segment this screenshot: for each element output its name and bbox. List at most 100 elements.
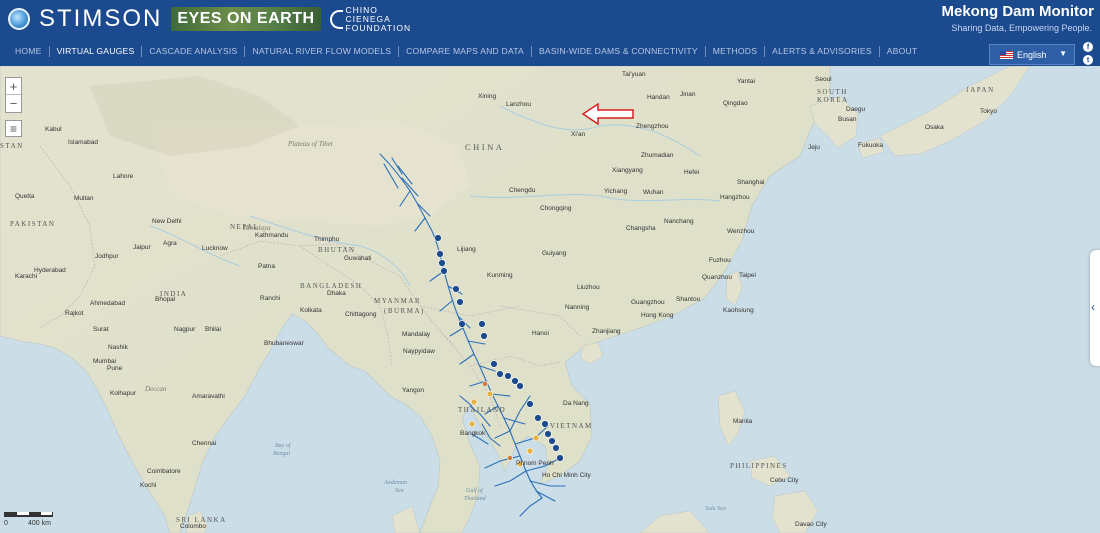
map-label-kolhapur: Kolhapur — [110, 390, 137, 397]
map-label-xining: Xining — [478, 93, 497, 100]
scale-end-label: 400 km — [28, 520, 51, 527]
stimson-logo-text: STIMSON — [39, 5, 163, 32]
map-label-lucknow: Lucknow — [202, 245, 228, 252]
map-label-japan: JAPAN — [966, 86, 995, 94]
map-label-yichang: Yichang — [604, 188, 628, 195]
map-label-deccan: Deccan — [145, 385, 167, 393]
map-label-guangzhou: Guangzhou — [631, 299, 665, 306]
nav-about[interactable]: ABOUT — [880, 46, 925, 57]
facebook-icon[interactable]: f — [1083, 42, 1093, 52]
map-label-seoul: Seoul — [815, 76, 832, 83]
chevron-left-icon: ‹ — [1091, 300, 1095, 314]
map-label-taipei: Taipei — [739, 272, 756, 279]
map-label-guiyang: Guiyang — [542, 250, 567, 257]
map-label-myanmar: MYANMAR — [374, 297, 422, 305]
zoom-out-button[interactable]: − — [6, 95, 21, 112]
map-label-sulu-sea: Sulu Sea — [705, 506, 726, 512]
map-label-rajkot: Rajkot — [65, 310, 84, 317]
map-label-chengdu: Chengdu — [509, 187, 536, 194]
map-label-xiangyang: Xiangyang — [612, 167, 643, 174]
side-panel-toggle[interactable]: ‹ — [1090, 250, 1100, 366]
map-view[interactable]: Tai'yuan Xining Lanzhou Handan Jinan Yan… — [0, 66, 1100, 533]
map-label-jaipur: Jaipur — [133, 244, 151, 251]
eyes-on-earth-logo: EYES ON EARTH — [171, 7, 321, 31]
map-label-philippines: PHILIPPINES — [730, 462, 788, 470]
map-label-jeju: Jeju — [808, 144, 820, 151]
map-label-manila: Manila — [733, 418, 753, 425]
map-label-stan: STAN — [0, 142, 24, 150]
stimson-globe-icon — [8, 8, 30, 30]
map-label-guwahati: Guwahati — [344, 255, 372, 262]
map-label-amaravathi: Amaravathi — [192, 393, 225, 400]
map-label-cebu-city: Cebu City — [770, 477, 799, 484]
map-label-vietnam: VIETNAM — [550, 422, 593, 430]
map-label-naypyidaw: Naypyidaw — [403, 348, 435, 355]
map-label-osaka: Osaka — [925, 124, 944, 131]
main-nav: HOME VIRTUAL GAUGES CASCADE ANALYSIS NAT… — [8, 46, 924, 57]
map-label-sri-lanka: SRI LANKA — [176, 516, 227, 524]
map-label-nanning: Nanning — [565, 304, 590, 311]
map-label-quanzhou: Quanzhou — [702, 274, 732, 281]
language-select[interactable]: English ▼ — [989, 44, 1075, 65]
map-label-burma: (BURMA) — [384, 307, 425, 315]
map-label-mandalay: Mandalay — [402, 331, 431, 338]
map-label-liuzhou: Liuzhou — [577, 284, 600, 291]
map-label-hefei: Hefei — [684, 169, 700, 176]
map-label-ahmedabad: Ahmedabad — [90, 300, 126, 307]
map-label-bangkok: Bangkok — [460, 430, 486, 437]
map-label-wuhan: Wuhan — [643, 189, 664, 196]
map-label-pakistan: PAKISTAN — [10, 220, 56, 228]
layers-menu-icon[interactable]: ≡ — [5, 120, 22, 137]
map-label-chittagong: Chittagong — [345, 311, 377, 318]
map-label-bhilai: Bhilai — [205, 326, 221, 333]
map-label-china: CHINA — [465, 142, 505, 152]
nav-methods[interactable]: METHODS — [706, 46, 766, 57]
map-label-hyderabad: Hyderabad — [34, 267, 66, 274]
nav-virtual-gauges[interactable]: VIRTUAL GAUGES — [50, 46, 143, 57]
map-label-thailand: THAILAND — [458, 406, 507, 414]
chino-cienega-logo: CHINO CIENEGA FOUNDATION — [329, 5, 412, 33]
map-label-coimbatore: Coimbatore — [147, 468, 181, 475]
us-flag-icon — [1000, 50, 1013, 59]
map-label-colombo: Colombo — [180, 523, 207, 530]
map-label-handan: Handan — [647, 94, 670, 101]
map-label-shantou: Shantou — [676, 296, 701, 303]
site-tagline: Sharing Data, Empowering People. — [951, 23, 1092, 33]
map-label-bhubaneswar: Bhubaneswar — [264, 340, 304, 347]
map-label-bengal: Bengal — [273, 451, 290, 457]
map-label-lijiang: Lijiang — [457, 246, 476, 253]
nav-home[interactable]: HOME — [8, 46, 50, 57]
map-label-mumbai: Mumbai — [93, 358, 117, 365]
map-label-hong-kong: Hong Kong — [641, 312, 674, 319]
foundation-line: FOUNDATION — [345, 22, 412, 33]
nav-basin-wide-dams[interactable]: BASIN-WIDE DAMS & CONNECTIVITY — [532, 46, 706, 57]
map-label-gulf-of: Gulf of — [466, 488, 483, 494]
map-label-kathmandu: Kathmandu — [255, 232, 289, 239]
map-label-hanoi: Hanoi — [532, 330, 549, 337]
map-label-new-delhi: New Delhi — [152, 218, 182, 225]
map-label-andaman: Andaman — [384, 480, 407, 486]
map-label-agra: Agra — [163, 240, 177, 247]
language-label: English — [1017, 49, 1047, 60]
map-label-taiyuan: Tai'yuan — [622, 71, 646, 78]
map-label-jodhpur: Jodhpur — [95, 253, 119, 260]
nav-natural-river-flow-models[interactable]: NATURAL RIVER FLOW MODELS — [245, 46, 400, 57]
map-label-qingdao: Qingdao — [723, 100, 748, 107]
map-label-karachi: Karachi — [15, 273, 38, 280]
map-label-dhaka: Dhaka — [327, 290, 346, 297]
map-label-kabul: Kabul — [45, 126, 62, 133]
nav-cascade-analysis[interactable]: CASCADE ANALYSIS — [142, 46, 246, 57]
twitter-icon[interactable]: t — [1083, 55, 1093, 65]
zoom-in-button[interactable]: + — [6, 78, 21, 95]
logo-area[interactable]: STIMSON EYES ON EARTH CHINO CIENEGA FOUN… — [8, 4, 411, 34]
map-label-fukuoka: Fukuoka — [858, 142, 883, 149]
map-label-quetta: Quetta — [15, 193, 35, 200]
map-label-islamabad: Islamabad — [68, 139, 98, 146]
chino-cienega-mark-icon — [329, 9, 343, 29]
map-label-ranchi: Ranchi — [260, 295, 281, 302]
nav-alerts-advisories[interactable]: ALERTS & ADVISORIES — [765, 46, 880, 57]
map-label-lahore: Lahore — [113, 173, 134, 180]
nav-compare-maps-and-data[interactable]: COMPARE MAPS AND DATA — [399, 46, 532, 57]
map-label-da-nang: Da Nang — [563, 400, 589, 407]
map-label-changsha: Changsha — [626, 225, 656, 232]
